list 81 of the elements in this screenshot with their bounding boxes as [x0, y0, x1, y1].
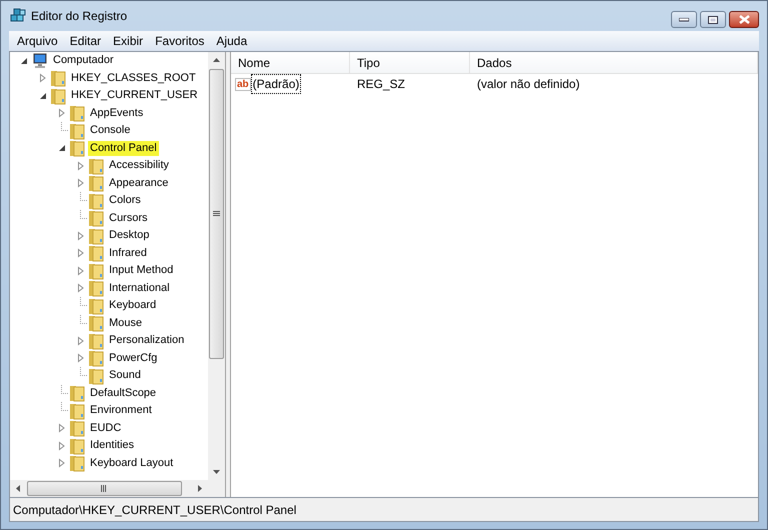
horizontal-scrollbar[interactable]	[10, 480, 225, 497]
table-cell-text: REG_SZ	[356, 76, 406, 93]
tree-item[interactable]: AppEvents	[88, 106, 146, 121]
minimize-button[interactable]	[671, 11, 697, 28]
folder-icon	[69, 139, 85, 158]
tree-item[interactable]: Infrared	[107, 246, 149, 261]
folder-icon	[88, 332, 104, 350]
column-header[interactable]: Tipo	[350, 52, 470, 73]
scroll-thumb[interactable]	[27, 481, 182, 496]
dotted-line-icon	[80, 314, 88, 324]
dotted-line-icon	[80, 192, 88, 201]
folder-icon	[50, 86, 66, 105]
tree-item[interactable]: HKEY_CURRENT_USER	[69, 88, 200, 104]
tree-item[interactable]: Input Method	[107, 263, 176, 278]
dotted-line-icon	[80, 367, 88, 376]
status-bar-path: Computador\HKEY_CURRENT_USER\Control Panel	[13, 502, 296, 518]
dotted-line-icon	[80, 210, 88, 218]
folder-icon	[88, 279, 104, 298]
tree-item[interactable]: Appearance	[107, 176, 170, 191]
folder-icon	[88, 192, 104, 210]
folder-icon	[69, 436, 85, 455]
tree-item[interactable]: Identities	[88, 438, 136, 454]
dotted-line-icon	[61, 122, 69, 131]
grip-icon	[213, 211, 220, 217]
folder-icon	[88, 296, 104, 315]
maximize-button[interactable]	[700, 11, 726, 28]
tree-item[interactable]: Computador	[51, 53, 116, 68]
tree-item[interactable]: HKEY_CLASSES_ROOT	[69, 70, 198, 86]
tree-item[interactable]: Sound	[107, 368, 143, 384]
tree-item[interactable]: DefaultScope	[88, 386, 158, 401]
folder-icon	[88, 349, 104, 368]
minimize-icon	[679, 18, 689, 22]
dotted-line-icon	[61, 402, 69, 411]
tree-item[interactable]: Environment	[88, 403, 154, 418]
folder-icon	[69, 384, 85, 402]
dotted-line-icon	[61, 384, 69, 394]
folder-icon	[88, 262, 104, 280]
table-cell-text: (valor não definido)	[476, 76, 581, 93]
maximize-icon	[708, 16, 718, 24]
close-button[interactable]	[729, 11, 759, 28]
menu-item[interactable]: Arquivo	[11, 32, 64, 50]
tree-item[interactable]: Control Panel	[88, 140, 159, 156]
tree-item[interactable]: Accessibility	[107, 158, 171, 174]
table-cell[interactable]: (Padrão)	[252, 75, 300, 93]
column-header[interactable]: Dados	[470, 52, 758, 73]
folder-icon	[88, 244, 104, 262]
tree-item[interactable]: PowerCfg	[107, 350, 160, 366]
vertical-scrollbar[interactable]	[208, 52, 225, 480]
tree-item[interactable]: EUDC	[88, 420, 124, 436]
window-title: Editor do Registro	[31, 8, 128, 25]
folder-icon	[88, 174, 104, 192]
string-value-icon: ab	[235, 78, 251, 90]
folder-icon	[88, 314, 104, 332]
dotted-line-icon	[80, 297, 88, 306]
grip-icon	[101, 485, 108, 492]
folder-icon	[50, 69, 66, 88]
tree-item[interactable]: Mouse	[107, 316, 144, 331]
folder-icon	[69, 454, 85, 472]
column-header[interactable]: Nome	[231, 52, 350, 73]
folder-icon	[88, 226, 104, 245]
folder-icon	[69, 402, 85, 420]
scroll-thumb[interactable]	[209, 69, 224, 359]
tree-item[interactable]: Keyboard Layout	[88, 456, 176, 471]
tree-item[interactable]: Personalization	[107, 333, 186, 348]
folder-icon	[88, 366, 104, 385]
tree-item[interactable]: Keyboard	[107, 298, 158, 314]
tree-item[interactable]: Cursors	[107, 210, 150, 226]
tree-item[interactable]: Colors	[107, 193, 143, 208]
menu-item[interactable]: Editar	[64, 32, 108, 50]
menu-item[interactable]: Favoritos	[149, 32, 210, 50]
folder-icon	[88, 209, 104, 228]
tree-item[interactable]: International	[107, 280, 172, 296]
tree-item[interactable]: Desktop	[107, 228, 152, 244]
folder-icon	[88, 156, 104, 175]
folder-icon	[69, 104, 85, 122]
tree-item[interactable]: Console	[88, 123, 132, 138]
close-icon	[738, 15, 750, 24]
menu-item[interactable]: Ajuda	[210, 32, 254, 50]
menu-item[interactable]: Exibir	[107, 32, 150, 50]
folder-icon	[69, 419, 85, 438]
folder-icon	[69, 122, 85, 140]
